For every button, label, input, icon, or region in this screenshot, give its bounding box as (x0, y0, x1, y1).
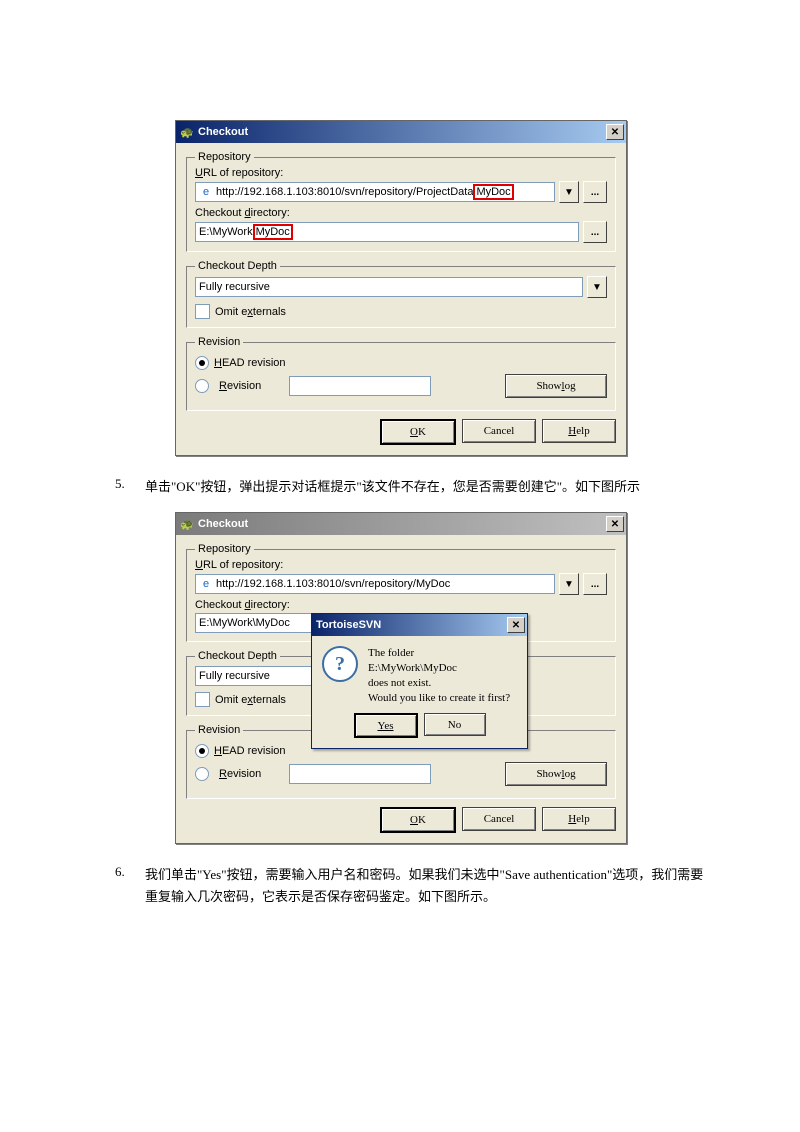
checkout-dialog-1: 🐢 Checkout ✕ Repository URL of repositor… (175, 120, 627, 456)
repository-group: Repository URL of repository: e http://1… (186, 151, 616, 252)
revision-legend: Revision (195, 724, 243, 736)
head-label: HEAD revision (214, 745, 286, 757)
show-log-button[interactable]: Show log (505, 374, 607, 398)
browse-dir-button[interactable]: ... (583, 221, 607, 243)
document-page: 🐢 Checkout ✕ Repository URL of repositor… (0, 0, 800, 968)
url-label: URL of repository: (195, 167, 607, 179)
dialog-title: Checkout (198, 126, 606, 138)
dialog-body: Repository URL of repository: e http://1… (176, 143, 626, 455)
ie-icon: e (199, 185, 213, 199)
revision-radio-row: Revision Show log (195, 374, 607, 398)
url-input[interactable]: e http://192.168.1.103:8010/svn/reposito… (195, 574, 555, 594)
help-button[interactable]: Help (542, 419, 616, 443)
revision-label[interactable]: Revision (219, 768, 279, 780)
dropdown-icon[interactable]: ▼ (587, 276, 607, 298)
radio-icon[interactable] (195, 379, 209, 393)
ok-button[interactable]: OK (380, 807, 456, 833)
dir-label: Checkout directory: (195, 207, 607, 219)
tortoise-icon: 🐢 (180, 125, 194, 139)
revision-legend: Revision (195, 336, 243, 348)
depth-legend: Checkout Depth (195, 650, 280, 662)
checkbox-icon (195, 692, 210, 707)
omit-externals-checkbox[interactable]: Omit externals (195, 304, 607, 319)
dir-label: Checkout directory: (195, 599, 607, 611)
ok-button[interactable]: OK (380, 419, 456, 445)
cancel-button[interactable]: Cancel (462, 807, 536, 831)
dropdown-icon[interactable]: ▼ (559, 573, 579, 595)
confirm-popup: TortoiseSVN ✕ ? The folder E:\MyWork\MyD… (311, 613, 528, 749)
head-label: HEAD revision (214, 357, 286, 369)
depth-select[interactable]: Fully recursive (195, 277, 583, 297)
dir-input[interactable]: E:\MyWorkMyDoc (195, 222, 579, 242)
popup-title: TortoiseSVN (316, 619, 507, 631)
omit-label: Omit externals (215, 694, 286, 706)
close-icon[interactable]: ✕ (606, 124, 624, 140)
dir-highlight: MyDoc (253, 224, 293, 240)
popup-buttons: Yes No (312, 713, 527, 748)
revision-radio-row: Revision Show log (195, 762, 607, 786)
cancel-button[interactable]: Cancel (462, 419, 536, 443)
depth-group: Checkout Depth Fully recursive ▼ Omit ex… (186, 260, 616, 328)
popup-text: The folder E:\MyWork\MyDoc does not exis… (368, 646, 510, 705)
step-text: 单击"OK"按钮，弹出提示对话框提示"该文件不存在，您是否需要创建它"。如下图所… (145, 476, 710, 498)
question-icon: ? (322, 646, 358, 682)
popup-line1: The folder (368, 646, 510, 661)
url-label: URL of repository: (195, 559, 607, 571)
help-button[interactable]: Help (542, 807, 616, 831)
omit-label: Omit externals (215, 306, 286, 318)
yes-button[interactable]: Yes (354, 713, 418, 738)
revision-input[interactable] (289, 376, 431, 396)
dialog-button-row: OK Cancel Help (186, 807, 616, 833)
radio-icon[interactable] (195, 767, 209, 781)
browse-button[interactable]: ... (583, 573, 607, 595)
head-revision-radio[interactable]: HEAD revision (195, 356, 607, 370)
dialog-button-row: OK Cancel Help (186, 419, 616, 445)
step-text: 我们单击"Yes"按钮，需要输入用户名和密码。如果我们未选中"Save auth… (145, 864, 710, 908)
depth-legend: Checkout Depth (195, 260, 280, 272)
url-value: http://192.168.1.103:8010/svn/repository… (216, 578, 450, 590)
ie-icon: e (199, 577, 213, 591)
dir-value-prefix: E:\MyWork (199, 226, 253, 238)
url-input[interactable]: e http://192.168.1.103:8010/svn/reposito… (195, 182, 555, 202)
popup-titlebar[interactable]: TortoiseSVN ✕ (312, 614, 527, 636)
popup-body: ? The folder E:\MyWork\MyDoc does not ex… (312, 636, 527, 713)
dir-input[interactable]: E:\MyWork\MyDoc (195, 613, 330, 633)
tortoise-icon: 🐢 (180, 517, 194, 531)
dialog-title: Checkout (198, 518, 606, 530)
revision-label[interactable]: Revision (219, 380, 279, 392)
url-value-prefix: http://192.168.1.103:8010/svn/repository… (216, 186, 473, 198)
step-number: 5. (115, 476, 145, 498)
revision-group: Revision HEAD revision Revision Show log (186, 336, 616, 411)
dropdown-icon[interactable]: ▼ (559, 181, 579, 203)
no-button[interactable]: No (424, 713, 486, 736)
popup-line4: Would you like to create it first? (368, 691, 510, 706)
close-icon[interactable]: ✕ (507, 617, 525, 633)
checkout-dialog-2: 🐢 Checkout ✕ Repository URL of repositor… (175, 512, 627, 844)
step-6: 6. 我们单击"Yes"按钮，需要输入用户名和密码。如果我们未选中"Save a… (115, 864, 710, 908)
titlebar[interactable]: 🐢 Checkout ✕ (176, 121, 626, 143)
url-highlight: MyDoc (473, 184, 513, 200)
popup-line2: E:\MyWork\MyDoc (368, 661, 510, 676)
step-5: 5. 单击"OK"按钮，弹出提示对话框提示"该文件不存在，您是否需要创建它"。如… (115, 476, 710, 498)
repository-legend: Repository (195, 151, 254, 163)
popup-line3: does not exist. (368, 676, 510, 691)
checkbox-icon (195, 304, 210, 319)
depth-select[interactable]: Fully recursive (195, 666, 320, 686)
close-icon[interactable]: ✕ (606, 516, 624, 532)
repository-legend: Repository (195, 543, 254, 555)
radio-selected-icon (195, 744, 209, 758)
step-number: 6. (115, 864, 145, 908)
radio-selected-icon (195, 356, 209, 370)
show-log-button[interactable]: Show log (505, 762, 607, 786)
browse-button[interactable]: ... (583, 181, 607, 203)
revision-input[interactable] (289, 764, 431, 784)
titlebar-inactive[interactable]: 🐢 Checkout ✕ (176, 513, 626, 535)
